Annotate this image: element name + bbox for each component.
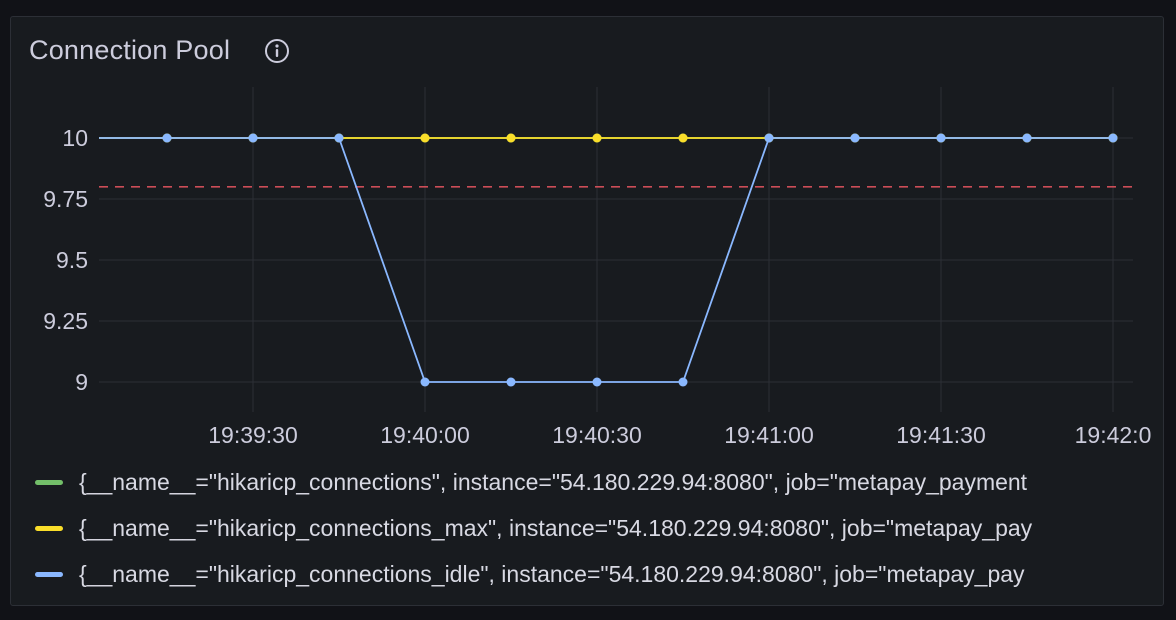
x-tick-label: 19:42:0: [1075, 422, 1152, 448]
legend-label: {__name__="hikaricp_connections_max", in…: [79, 514, 1033, 541]
chart-legend: {__name__="hikaricp_connections", instan…: [35, 459, 1155, 597]
y-axis: 10 9.75 9.5 9.25 9: [43, 125, 88, 395]
legend-item-connections-max[interactable]: {__name__="hikaricp_connections_max", in…: [35, 505, 1155, 551]
legend-label: {__name__="hikaricp_connections_idle", i…: [79, 560, 1025, 587]
x-tick-label: 19:41:00: [724, 422, 814, 448]
legend-swatch: [35, 571, 63, 577]
y-tick-label: 10: [62, 125, 88, 151]
data-point: [592, 133, 602, 143]
legend-swatch: [35, 479, 63, 485]
data-point: [936, 133, 946, 143]
data-point: [764, 133, 774, 143]
data-point: [506, 133, 516, 143]
data-point: [420, 133, 430, 143]
data-point: [1108, 133, 1118, 143]
y-tick-label: 9.25: [43, 308, 88, 334]
legend-label: {__name__="hikaricp_connections", instan…: [79, 468, 1028, 495]
legend-item-connections-idle[interactable]: {__name__="hikaricp_connections_idle", i…: [35, 551, 1155, 597]
legend-swatch: [35, 525, 63, 531]
data-point: [592, 377, 602, 387]
data-point: [334, 133, 344, 143]
data-point: [1022, 133, 1032, 143]
x-tick-label: 19:39:30: [208, 422, 298, 448]
y-tick-label: 9.5: [56, 247, 88, 273]
y-tick-label: 9: [75, 369, 88, 395]
connection-pool-panel: Connection Pool 10 9.75 9.5 9.25 9 19:39:30 1…: [10, 16, 1164, 606]
data-point: [162, 133, 172, 143]
x-tick-label: 19:40:30: [552, 422, 642, 448]
data-point: [248, 133, 258, 143]
data-point: [506, 377, 516, 387]
data-point: [420, 377, 430, 387]
data-point: [678, 377, 688, 387]
x-tick-label: 19:41:30: [896, 422, 986, 448]
x-tick-label: 19:40:00: [380, 422, 470, 448]
line-chart: 109.759.59.259 19:39:30 19:40:00 19:40:30 1…: [43, 87, 1151, 448]
data-point: [850, 133, 860, 143]
x-axis: 19:39:30 19:40:00 19:40:30 19:41:00 19:41:30…: [208, 422, 1151, 448]
legend-item-connections[interactable]: {__name__="hikaricp_connections", instan…: [35, 459, 1155, 505]
data-point: [678, 133, 688, 143]
y-tick-label: 9.75: [43, 186, 88, 212]
